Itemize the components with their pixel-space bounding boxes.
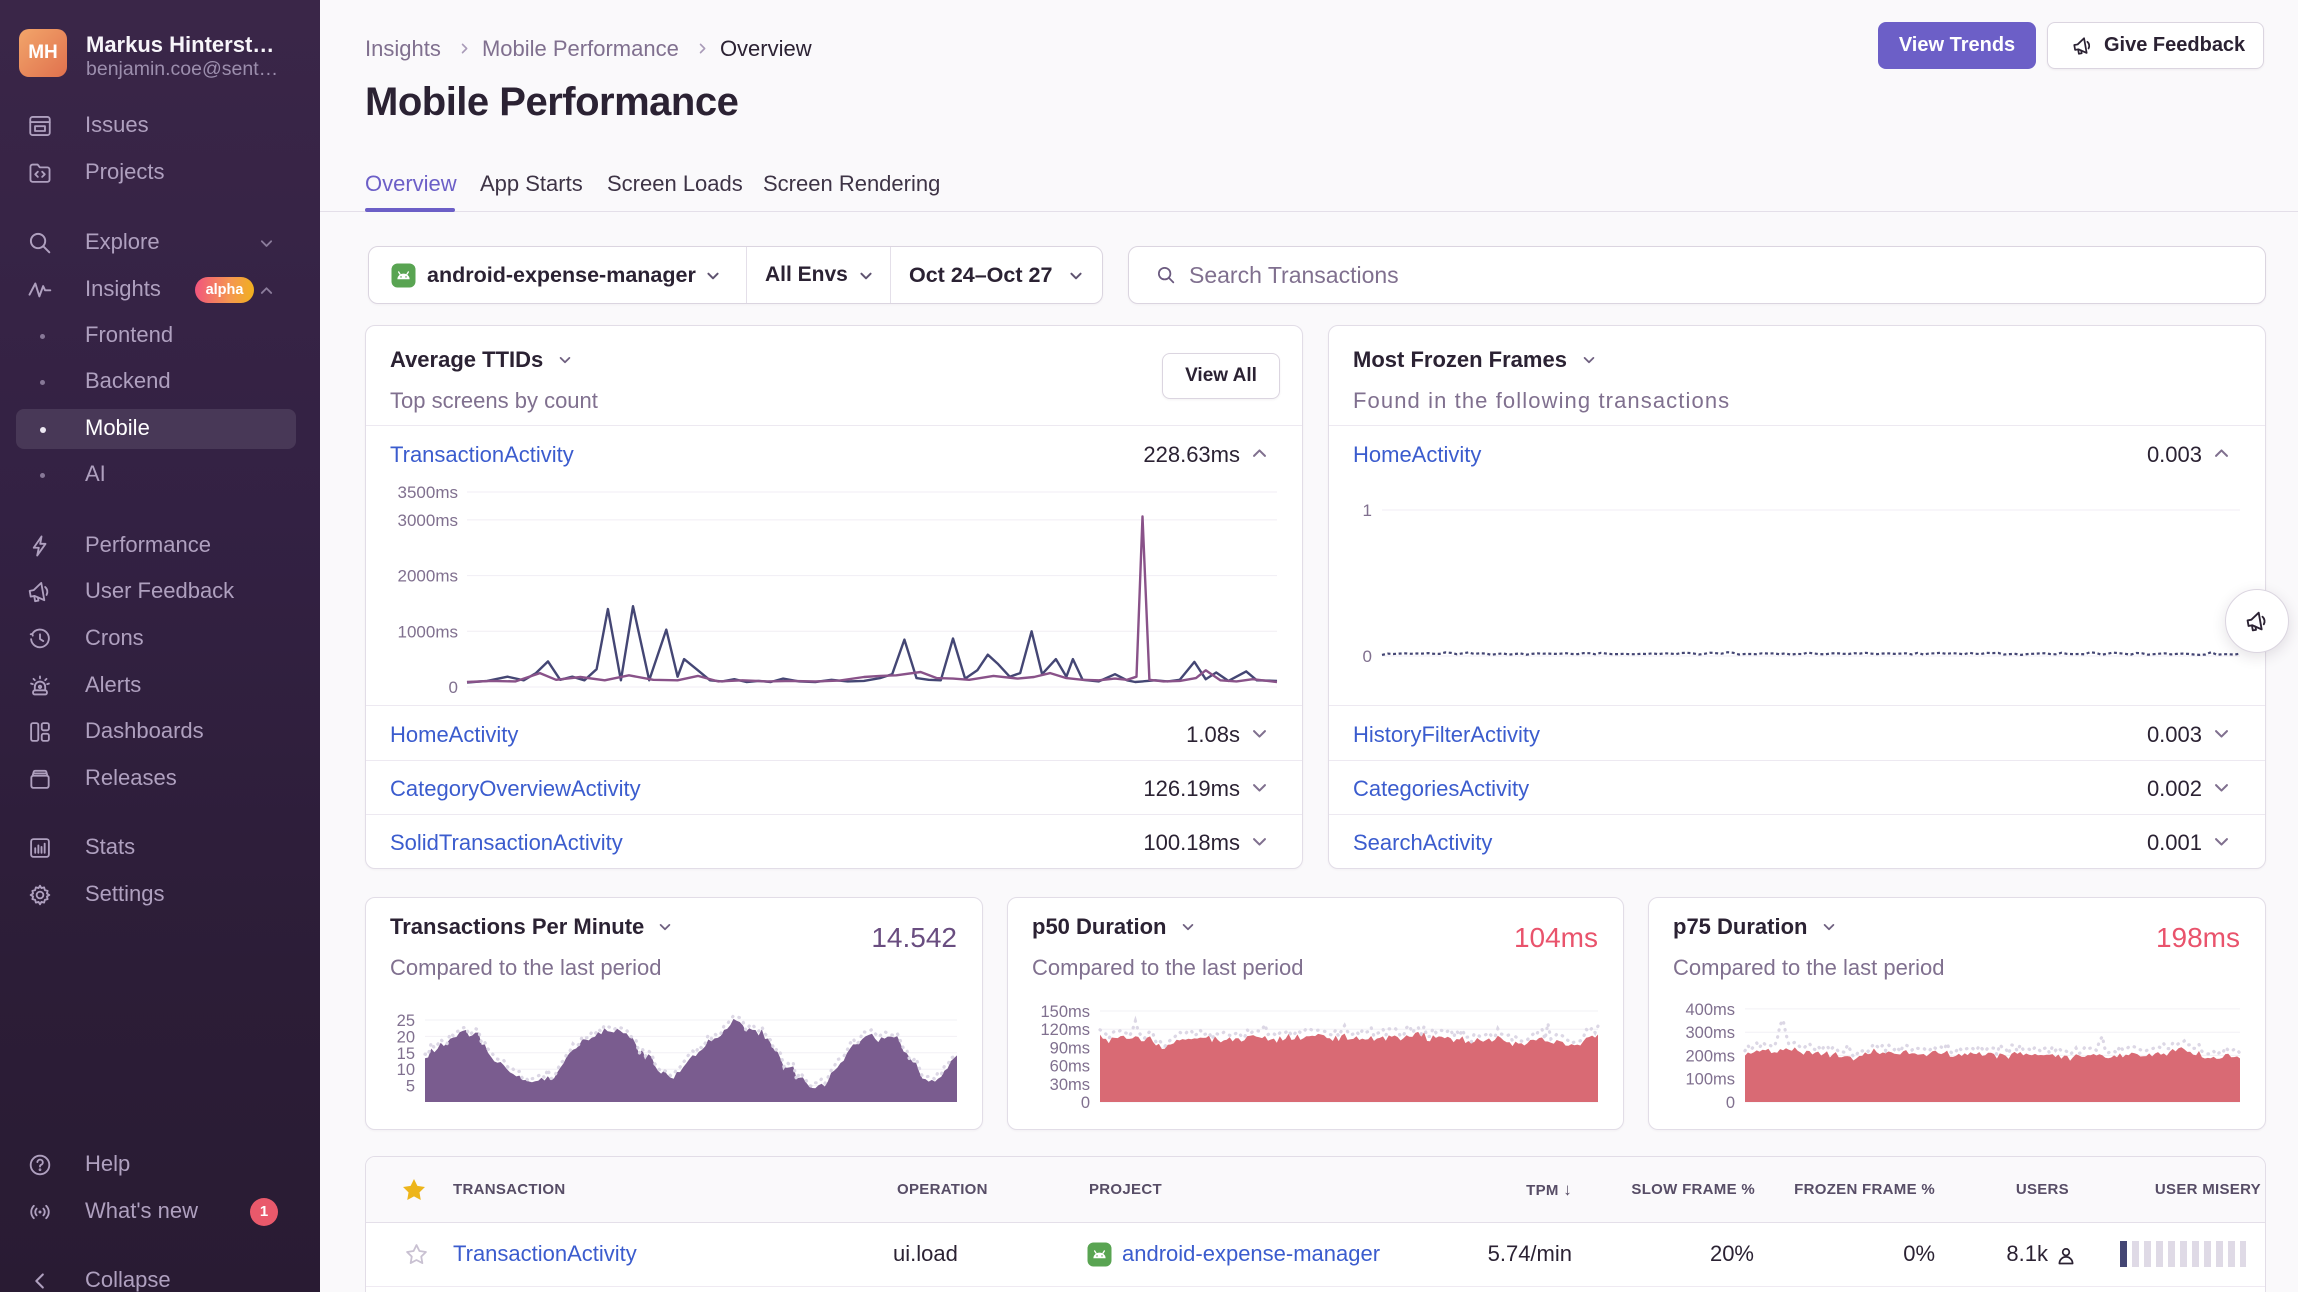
svg-text:120ms: 120ms	[1040, 1021, 1090, 1039]
svg-text:5: 5	[406, 1078, 415, 1096]
svg-text:25: 25	[397, 1012, 415, 1030]
svg-text:400ms: 400ms	[1685, 1001, 1735, 1019]
svg-text:200ms: 200ms	[1685, 1047, 1735, 1065]
svg-text:0: 0	[449, 678, 458, 694]
svg-text:1: 1	[1363, 501, 1372, 520]
svg-text:1000ms: 1000ms	[398, 622, 458, 641]
svg-text:0: 0	[1363, 647, 1372, 666]
svg-text:100ms: 100ms	[1685, 1071, 1735, 1089]
svg-text:3000ms: 3000ms	[398, 511, 458, 530]
svg-text:60ms: 60ms	[1050, 1058, 1090, 1076]
svg-text:15: 15	[397, 1045, 415, 1063]
svg-text:2000ms: 2000ms	[398, 567, 458, 586]
svg-text:10: 10	[397, 1061, 415, 1079]
svg-text:90ms: 90ms	[1050, 1039, 1090, 1057]
svg-text:20: 20	[397, 1028, 415, 1046]
svg-text:3500ms: 3500ms	[398, 483, 458, 502]
svg-text:0: 0	[1081, 1094, 1090, 1112]
svg-text:300ms: 300ms	[1685, 1024, 1735, 1042]
svg-text:30ms: 30ms	[1050, 1076, 1090, 1094]
svg-text:150ms: 150ms	[1040, 1003, 1090, 1021]
svg-text:0: 0	[1726, 1094, 1735, 1112]
